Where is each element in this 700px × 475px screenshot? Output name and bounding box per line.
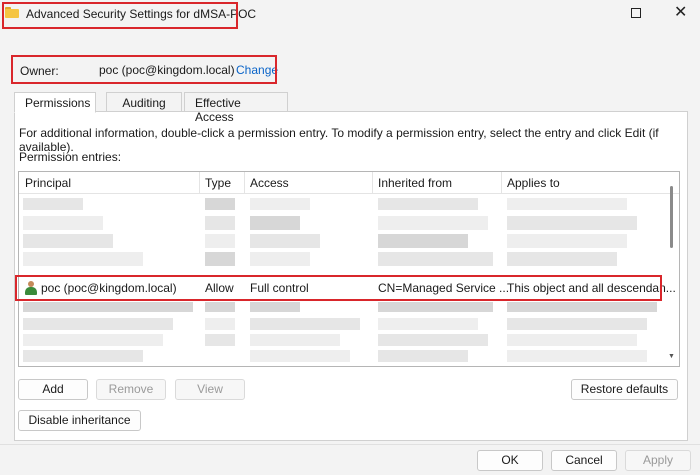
owner-change-link[interactable]: Change xyxy=(236,63,278,77)
tab-permissions[interactable]: Permissions xyxy=(14,92,96,113)
entry-type: Allow xyxy=(205,281,234,295)
close-icon[interactable]: ✕ xyxy=(674,2,687,22)
permission-entries-list[interactable]: Principal Type Access Inherited from App… xyxy=(18,171,680,367)
window-title: Advanced Security Settings for dMSA-POC xyxy=(26,7,257,21)
scroll-down-icon[interactable]: ▼ xyxy=(668,353,675,360)
ok-button[interactable]: OK xyxy=(477,450,543,471)
view-button[interactable]: View xyxy=(175,379,245,400)
list-header: Principal Type Access Inherited from App… xyxy=(19,172,679,194)
footer-separator xyxy=(0,444,700,445)
permission-entries-label: Permission entries: xyxy=(19,150,122,164)
entry-principal: poc (poc@kingdom.local) xyxy=(41,281,177,295)
owner-value: poc (poc@kingdom.local) xyxy=(99,63,235,77)
add-button[interactable]: Add xyxy=(18,379,88,400)
disable-inheritance-button[interactable]: Disable inheritance xyxy=(18,410,141,431)
maximize-icon[interactable] xyxy=(631,8,641,18)
entry-applies-to: This object and all descendan... xyxy=(507,281,676,295)
column-type[interactable]: Type xyxy=(205,176,231,190)
tab-effective-access[interactable]: Effective Access xyxy=(184,92,288,124)
permission-entry-poc[interactable]: poc (poc@kingdom.local) Allow Full contr… xyxy=(21,278,676,298)
remove-button[interactable]: Remove xyxy=(96,379,166,400)
folder-icon xyxy=(5,7,19,18)
user-icon xyxy=(25,281,37,295)
entry-access: Full control xyxy=(250,281,309,295)
column-inherited-from[interactable]: Inherited from xyxy=(378,176,452,190)
tab-auditing[interactable]: Auditing xyxy=(106,92,182,112)
cancel-button[interactable]: Cancel xyxy=(551,450,617,471)
info-text: For additional information, double-click… xyxy=(19,126,659,154)
list-scrollbar[interactable] xyxy=(670,186,673,248)
apply-button[interactable]: Apply xyxy=(625,450,691,471)
owner-label: Owner: xyxy=(20,64,59,78)
column-applies-to[interactable]: Applies to xyxy=(507,176,560,190)
restore-defaults-button[interactable]: Restore defaults xyxy=(571,379,678,400)
entry-inherited-from: CN=Managed Service ... xyxy=(378,281,510,295)
column-principal[interactable]: Principal xyxy=(25,176,71,190)
title-bar: Advanced Security Settings for dMSA-POC … xyxy=(0,0,700,30)
column-access[interactable]: Access xyxy=(250,176,289,190)
